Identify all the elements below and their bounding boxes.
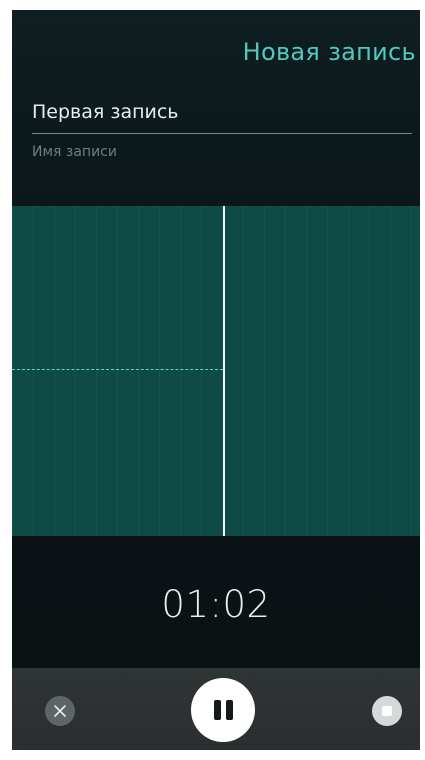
pause-icon — [211, 700, 235, 720]
pause-button[interactable] — [191, 678, 255, 742]
waveform-baseline — [12, 369, 223, 370]
discard-button[interactable] — [45, 696, 75, 726]
recording-name-label: Имя записи — [32, 144, 117, 160]
close-x-icon — [54, 705, 66, 717]
playhead-indicator — [223, 206, 225, 536]
elapsed-timer: 01:02 — [161, 583, 271, 626]
page-title: Новая запись — [242, 38, 416, 66]
stop-icon — [382, 706, 392, 716]
recorder-toolbar — [12, 668, 420, 750]
recorder-screen: Новая запись Первая запись Имя записи 01… — [12, 10, 420, 750]
stop-button[interactable] — [372, 696, 402, 726]
recording-name-field[interactable]: Первая запись — [32, 101, 179, 123]
field-underline — [32, 133, 412, 134]
waveform-area — [12, 206, 420, 536]
